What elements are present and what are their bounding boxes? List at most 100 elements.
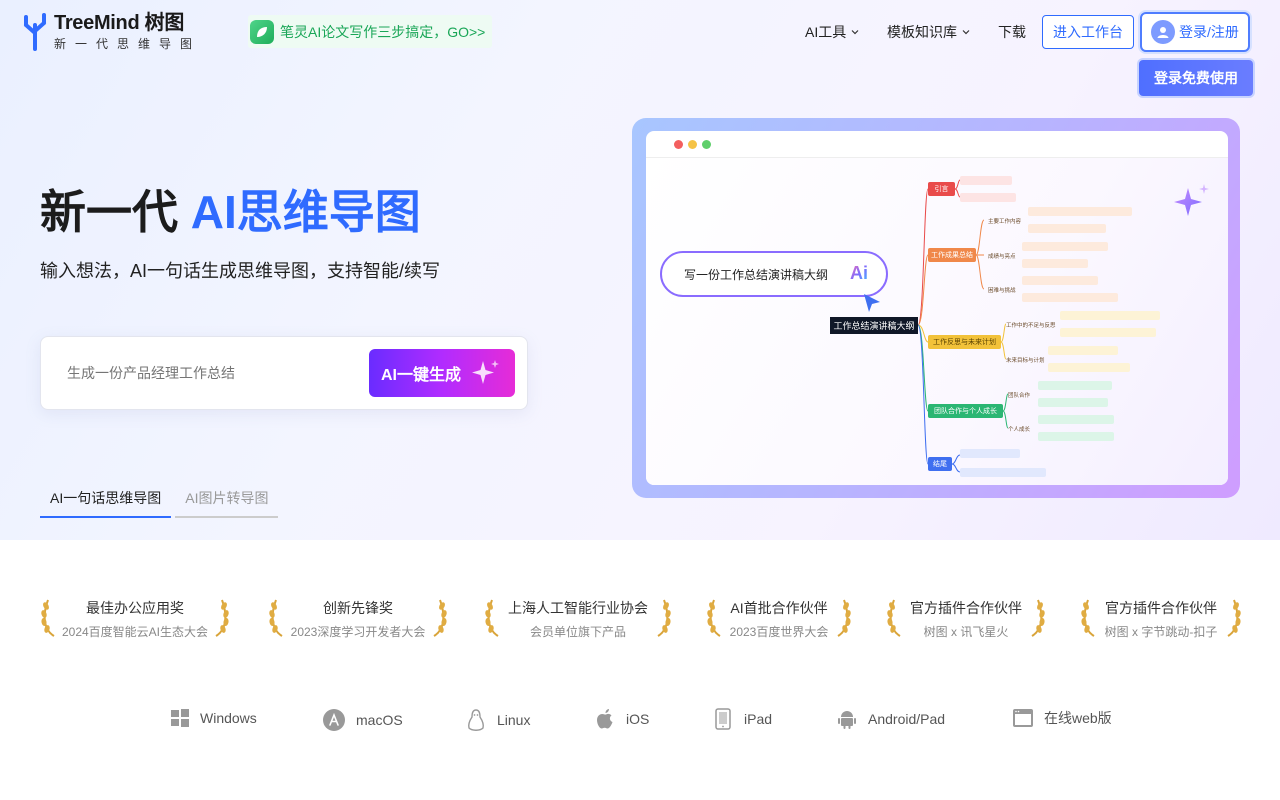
award-item: AI首批合作伙伴 2023百度世界大会 <box>706 592 852 642</box>
nav-download[interactable]: 下载 <box>998 22 1026 42</box>
mindmap-leaf <box>960 193 1016 202</box>
award-item: 创新先锋奖 2023深度学习开发者大会 <box>268 592 448 642</box>
hero-subtitle: 输入想法，AI一句话生成思维导图，支持智能/续写 <box>40 261 441 281</box>
mindmap-leaf <box>1022 293 1118 302</box>
platform-ios[interactable]: iOS <box>596 708 649 730</box>
mindmap-leaf <box>1022 276 1098 285</box>
ai-generate-button[interactable]: AI一键生成 <box>369 349 515 397</box>
mindmap-canvas: 写一份工作总结演讲稿大纲 Ai 工作总结演讲稿大纲 引言 工作成果总结 工作反思… <box>646 158 1228 485</box>
mindmap-leaf <box>1048 346 1118 355</box>
nav-ai-tools[interactable]: AI工具 <box>805 22 860 42</box>
platforms-row: Windows macOS Linux iOS iPad Android/Pad… <box>0 706 1280 736</box>
login-register-button[interactable]: 登录/注册 <box>1140 12 1250 52</box>
promo-text: 笔灵AI论文写作三步搞定，GO>> <box>280 23 486 40</box>
mindmap-sub-node: 困难与挑战 <box>988 288 1016 294</box>
platform-label: macOS <box>356 712 403 728</box>
sparkle-icon <box>472 360 499 384</box>
laurel-left-icon <box>269 599 283 637</box>
laurel-right-icon <box>1227 599 1241 637</box>
award-subtitle: 2023百度世界大会 <box>729 625 829 639</box>
preview-frame: 写一份工作总结演讲稿大纲 Ai 工作总结演讲稿大纲 引言 工作成果总结 工作反思… <box>632 118 1240 498</box>
award-title: AI首批合作伙伴 <box>730 600 828 616</box>
ai-badge: Ai <box>850 263 868 283</box>
tab-one-sentence-mindmap[interactable]: AI一句话思维导图 <box>40 484 172 518</box>
mindmap-leaf <box>960 449 1020 458</box>
nav-templates[interactable]: 模板知识库 <box>887 22 971 42</box>
award-title: 最佳办公应用奖 <box>86 600 184 616</box>
laurel-right-icon <box>837 599 851 637</box>
hero-title-main: 新一代 <box>40 186 191 238</box>
nav-label: AI工具 <box>805 24 847 40</box>
ai-prompt-bubble: 写一份工作总结演讲稿大纲 Ai <box>660 251 888 297</box>
mindmap-sub-node: 个人成长 <box>1008 427 1031 433</box>
platform-label: Windows <box>200 710 257 726</box>
treemind-logo-icon <box>24 12 46 51</box>
mindmap-leaf <box>1048 363 1130 372</box>
awards-row: 最佳办公应用奖 2024百度智能云AI生态大会 创新先锋奖 2023深度学习开发… <box>0 592 1280 642</box>
award-title: 官方插件合作伙伴 <box>910 600 1022 616</box>
platform-label: Linux <box>497 712 531 728</box>
platform-macos[interactable]: macOS <box>322 708 403 732</box>
award-subtitle: 2023深度学习开发者大会 <box>290 625 426 639</box>
nav-label: 模板知识库 <box>887 24 957 40</box>
laurel-left-icon <box>707 599 721 637</box>
award-title: 上海人工智能行业协会 <box>508 600 648 616</box>
award-title: 创新先锋奖 <box>323 600 393 616</box>
mindmap-leaf <box>1038 398 1108 407</box>
mindmap-branch: 工作成果总结 <box>928 248 976 262</box>
window-minimize-dot <box>688 139 697 149</box>
logo[interactable]: TreeMind 树图 新一代思维导图 <box>20 12 201 51</box>
ai-prompt-text: 写一份工作总结演讲稿大纲 <box>684 267 829 282</box>
tab-image-to-mindmap[interactable]: AI图片转导图 <box>175 484 279 518</box>
mindmap-leaf <box>1022 242 1108 251</box>
free-login-button[interactable]: 登录免费使用 <box>1139 60 1253 96</box>
windows-icon <box>171 709 189 727</box>
mindmap-leaf <box>960 176 1012 185</box>
mindmap-sub-node: 主要工作内容 <box>988 219 1022 225</box>
award-subtitle: 2024百度智能云AI生态大会 <box>61 625 209 639</box>
laurel-right-icon <box>433 599 447 637</box>
nav-label: 下载 <box>998 24 1026 40</box>
tablet-icon <box>715 708 731 730</box>
award-title: 官方插件合作伙伴 <box>1105 600 1217 616</box>
mindmap-root: 工作总结演讲稿大纲 <box>830 317 918 334</box>
prompt-input[interactable] <box>67 357 357 389</box>
logo-subtitle: 新一代思维导图 <box>54 37 202 51</box>
platform-windows[interactable]: Windows <box>170 708 257 728</box>
mindmap-leaf <box>1038 432 1114 441</box>
award-item: 官方插件合作伙伴 树图 x 字节跳动-扣子 <box>1080 592 1242 642</box>
award-item: 上海人工智能行业协会 会员单位旗下产品 <box>484 592 672 642</box>
chevron-down-icon <box>962 30 970 35</box>
app-store-icon <box>323 709 345 731</box>
prompt-box: AI一键生成 <box>40 336 528 410</box>
laurel-left-icon <box>887 599 901 637</box>
preview-window: 写一份工作总结演讲稿大纲 Ai 工作总结演讲稿大纲 引言 工作成果总结 工作反思… <box>646 131 1228 485</box>
hero-title: 新一代 AI思维导图 <box>40 176 421 242</box>
header: TreeMind 树图 新一代思维导图 笔灵AI论文写作三步搞定，GO>> AI… <box>0 0 1280 96</box>
laurel-right-icon <box>1031 599 1045 637</box>
mindmap-branch: 工作反思与未来计划 <box>928 335 1001 349</box>
mindmap-leaf <box>1022 259 1088 268</box>
award-subtitle: 树图 x 字节跳动-扣子 <box>1104 625 1218 639</box>
enter-workspace-button[interactable]: 进入工作台 <box>1042 15 1134 49</box>
window-zoom-dot <box>702 139 711 149</box>
hero-tabs: AI一句话思维导图 AI图片转导图 <box>40 484 282 518</box>
avatar-icon <box>1151 20 1176 44</box>
window-close-dot <box>674 139 683 149</box>
apple-icon <box>597 709 613 729</box>
mindmap-sub-node: 成绩与亮点 <box>988 254 1016 260</box>
platform-web[interactable]: 在线web版 <box>1012 708 1112 728</box>
mindmap-leaf <box>1038 415 1114 424</box>
window-bar <box>646 131 1228 158</box>
platform-ipad[interactable]: iPad <box>714 708 772 730</box>
laurel-right-icon <box>657 599 671 637</box>
platform-linux[interactable]: Linux <box>465 708 530 732</box>
laurel-right-icon <box>215 599 229 637</box>
cursor-icon <box>864 294 880 312</box>
promo-banner[interactable]: 笔灵AI论文写作三步搞定，GO>> <box>248 15 492 48</box>
mindmap-sub-node: 团队合作 <box>1008 393 1031 399</box>
sparkle-icon <box>1174 184 1209 216</box>
mindmap-branch: 团队合作与个人成长 <box>928 404 1003 418</box>
platform-android[interactable]: Android/Pad <box>836 708 945 730</box>
mindmap-leaf <box>1028 224 1106 233</box>
